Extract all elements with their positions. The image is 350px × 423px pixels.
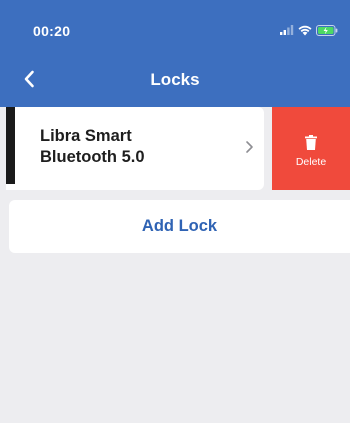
lock-item[interactable]: Libra Smart Bluetooth 5.0 bbox=[6, 107, 264, 190]
delete-label: Delete bbox=[295, 156, 327, 168]
lock-name: Libra Smart Bluetooth 5.0 bbox=[40, 127, 145, 166]
status-bar: 00:20 bbox=[0, 0, 350, 56]
lock-row: Libra Smart Bluetooth 5.0 Delete bbox=[6, 107, 350, 190]
status-icons bbox=[280, 22, 338, 38]
signal-icon bbox=[280, 25, 294, 35]
lock-thumbnail bbox=[6, 107, 15, 184]
chevron-right-icon bbox=[246, 141, 253, 153]
add-lock-button[interactable]: Add Lock bbox=[9, 200, 350, 253]
nav-bar: Locks bbox=[0, 56, 350, 104]
battery-charging-icon bbox=[316, 24, 338, 36]
app-header: 00:20 Locks bbox=[0, 0, 350, 107]
add-lock-label: Add Lock bbox=[141, 217, 218, 235]
trash-icon bbox=[305, 135, 317, 150]
wifi-icon bbox=[298, 25, 312, 35]
page-title: Locks bbox=[150, 70, 200, 89]
delete-button[interactable]: Delete bbox=[272, 107, 350, 190]
status-time: 00:20 bbox=[33, 23, 71, 39]
